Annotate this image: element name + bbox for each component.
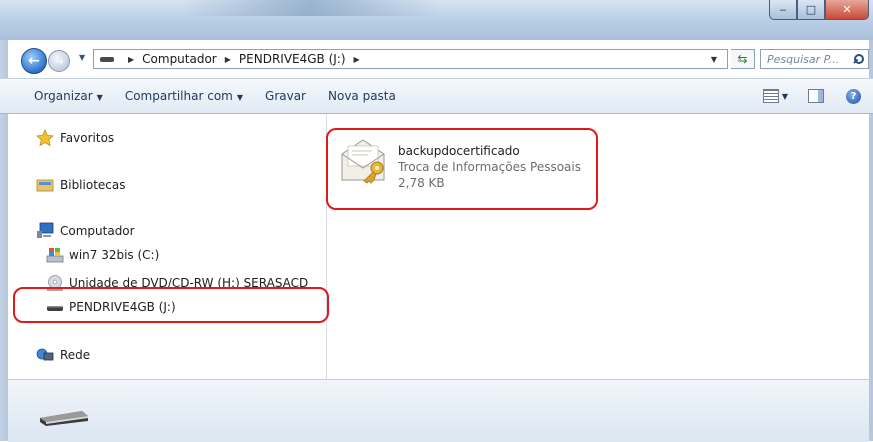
- view-dropdown-icon[interactable]: ▼: [782, 92, 788, 101]
- history-dropdown-icon[interactable]: ▼: [79, 53, 85, 62]
- sidebar-item-label: PENDRIVE4GB (J:): [69, 300, 176, 314]
- sidebar-item-favoritos[interactable]: Favoritos: [36, 129, 114, 147]
- maximize-button[interactable]: □: [797, 0, 825, 20]
- computer-icon: [37, 222, 54, 238]
- chevron-right-icon[interactable]: ▶: [225, 55, 231, 64]
- windows-drive-icon: [46, 248, 64, 263]
- back-button[interactable]: ←: [21, 48, 47, 74]
- refresh-button[interactable]: ⇆: [731, 49, 755, 69]
- drive-icon: [100, 56, 114, 62]
- chevron-right-icon[interactable]: ▶: [354, 55, 360, 64]
- usb-drive-icon: [47, 306, 63, 311]
- sidebar-item-pendrive[interactable]: PENDRIVE4GB (J:): [46, 298, 176, 316]
- file-size: 2,78 KB: [398, 176, 445, 190]
- chevron-down-icon: ▼: [236, 93, 244, 102]
- minimize-button[interactable]: ‒: [769, 0, 797, 20]
- certificate-file-icon: [341, 139, 385, 184]
- search-input[interactable]: Pesquisar P...: [760, 49, 869, 69]
- change-view-icon[interactable]: [762, 89, 779, 103]
- new-folder-button[interactable]: Nova pasta: [328, 89, 396, 103]
- sidebar-item-drive-c[interactable]: win7 32bis (C:): [46, 246, 159, 264]
- title-bar: ‒ □ ✕: [0, 0, 873, 40]
- forward-button[interactable]: →: [48, 50, 70, 72]
- file-item[interactable]: backupdocertificado Troca de Informações…: [338, 136, 581, 191]
- preview-pane-icon[interactable]: [808, 89, 824, 103]
- sidebar-item-rede[interactable]: Rede: [36, 346, 90, 364]
- sidebar-item-dvd[interactable]: Unidade de DVD/CD-RW (H:) SERASACD: [46, 274, 308, 292]
- organize-label: Organizar: [34, 89, 93, 103]
- file-type: Troca de Informações Pessoais: [398, 160, 581, 174]
- command-bar: Organizar ▼ Compartilhar com ▼ Gravar Nova…: [0, 78, 873, 114]
- chevron-right-icon[interactable]: ▶: [128, 55, 134, 64]
- dvd-drive-icon: [47, 275, 63, 291]
- burn-button[interactable]: Gravar: [265, 89, 306, 103]
- sidebar-item-label: Unidade de DVD/CD-RW (H:) SERASACD: [69, 276, 309, 290]
- sidebar-item-label: Rede: [60, 348, 91, 362]
- usb-drive-icon: [40, 411, 88, 426]
- help-icon[interactable]: ?: [846, 88, 861, 104]
- details-pane: [8, 379, 869, 442]
- breadcrumb-pendrive[interactable]: PENDRIVE4GB (J:): [239, 52, 346, 66]
- sidebar-item-label: win7 32bis (C:): [69, 248, 160, 262]
- file-name: backupdocertificado: [398, 144, 520, 158]
- search-placeholder: Pesquisar P...: [767, 52, 840, 66]
- window-controls: ‒ □ ✕: [769, 0, 869, 20]
- title-bar-blur: [180, 0, 440, 16]
- sidebar-item-label: Bibliotecas: [60, 178, 126, 192]
- sidebar-item-label: Computador: [60, 224, 135, 238]
- close-button[interactable]: ✕: [825, 0, 869, 20]
- chevron-down-icon: ▼: [96, 93, 103, 102]
- star-icon: [36, 129, 54, 147]
- library-icon: [36, 179, 54, 192]
- navigation-bar: ← → ▼ ▶ Computador ▶ PENDRIVE4GB (J:) ▶ …: [0, 40, 873, 78]
- address-dropdown-icon[interactable]: ▼: [711, 55, 717, 64]
- address-bar[interactable]: ▶ Computador ▶ PENDRIVE4GB (J:) ▶ ▼: [93, 49, 728, 69]
- share-menu[interactable]: Compartilhar com ▼: [125, 89, 243, 103]
- breadcrumb-computer[interactable]: Computador: [142, 52, 217, 66]
- sidebar-item-bibliotecas[interactable]: Bibliotecas: [36, 176, 125, 194]
- sidebar-item-computador[interactable]: Computador: [36, 222, 135, 240]
- network-icon: [36, 348, 54, 361]
- organize-menu[interactable]: Organizar ▼: [34, 89, 103, 103]
- search-icon[interactable]: [854, 54, 864, 64]
- sidebar-item-label: Favoritos: [60, 131, 115, 145]
- share-label: Compartilhar com: [124, 89, 233, 103]
